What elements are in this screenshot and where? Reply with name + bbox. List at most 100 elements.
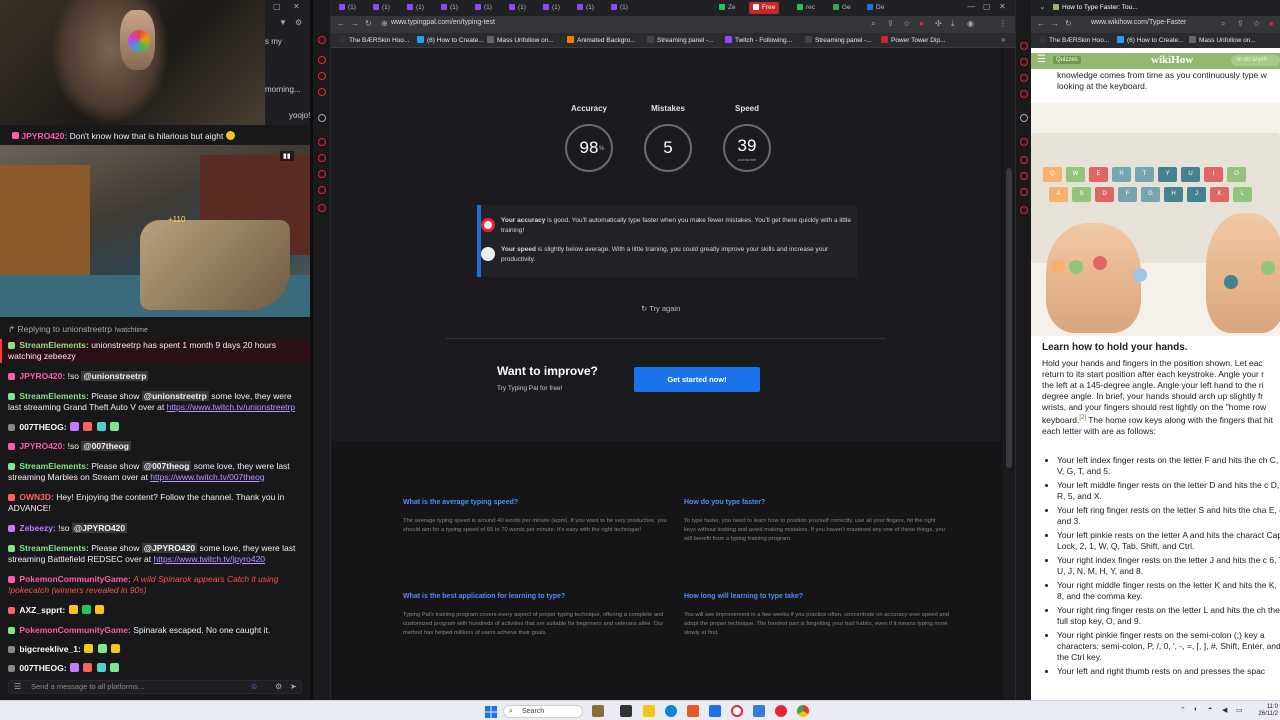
search-input[interactable]: to do anyth <box>1231 55 1280 66</box>
chat-username[interactable]: bigcreekIive_1: <box>19 644 80 654</box>
chat-mention[interactable]: @unionstreetrp <box>81 371 149 381</box>
chrome-icon[interactable] <box>797 705 809 717</box>
bookmark-item[interactable]: Animated Backgro... <box>567 36 636 44</box>
chat-mention[interactable]: @unionstreetrp <box>141 391 209 401</box>
browser-tab[interactable]: De <box>867 2 884 14</box>
browser-tab[interactable]: rec <box>797 2 815 14</box>
minimize-icon[interactable]: — <box>967 2 975 11</box>
bookmark-star-icon[interactable]: ☆ <box>1253 19 1260 28</box>
sidebar-app-icon[interactable] <box>1020 138 1028 146</box>
sidebar-app-icon[interactable] <box>318 88 326 96</box>
reload-icon[interactable]: ↻ <box>1065 19 1072 28</box>
browser-tab[interactable]: (1) <box>339 2 356 14</box>
tab-list-icon[interactable]: ⌄ <box>1039 2 1046 11</box>
restore-icon[interactable]: ▢ <box>273 2 281 11</box>
profile-icon[interactable]: ◉ <box>967 19 974 28</box>
browser-tab-active[interactable]: Free <box>749 2 780 14</box>
bookmark-item[interactable]: Twitch - Following... <box>725 36 792 44</box>
browser-tab[interactable]: (1) <box>611 2 628 14</box>
wikihow-logo[interactable]: wikiHow <box>1151 54 1193 66</box>
chat-username[interactable]: PokemonCommunityGame: <box>19 574 130 584</box>
chat-username[interactable]: OWN3D: <box>19 492 53 502</box>
chat-username[interactable]: JPYRO420: <box>21 131 67 141</box>
network-icon[interactable]: ◐ <box>1194 706 1198 713</box>
filter-icon[interactable]: ▼ <box>279 18 287 27</box>
close-icon[interactable]: ✕ <box>999 2 1006 11</box>
app-icon[interactable] <box>753 705 765 717</box>
sidebar-app-icon[interactable] <box>318 56 326 64</box>
browser-tab[interactable]: (1) <box>543 2 560 14</box>
gear-icon[interactable]: ⚙ <box>295 18 302 27</box>
sidebar-app-icon[interactable] <box>1020 58 1028 66</box>
try-again-button[interactable]: ↻ Try again <box>641 304 680 313</box>
browser-tab[interactable]: (1) <box>441 2 458 14</box>
app-icon[interactable] <box>620 705 632 717</box>
bookmark-item[interactable]: The BÆRSkin Hoo... <box>1039 36 1109 44</box>
sidebar-app-icon[interactable] <box>318 170 326 178</box>
sidebar-app-icon[interactable] <box>318 114 326 122</box>
url-field[interactable]: www.wikihow.com/Type-Faster <box>1091 19 1186 26</box>
app-icon[interactable] <box>731 705 743 717</box>
chat-username[interactable]: Zebeezy: <box>19 523 55 533</box>
faq-question[interactable]: What is the best application for learnin… <box>403 593 565 600</box>
chat-username[interactable]: PokemonCommunityGame: <box>19 625 130 635</box>
chat-username[interactable]: 007THEOG: <box>19 663 66 673</box>
citation-link[interactable]: [2] <box>1079 415 1086 421</box>
sidebar-app-icon[interactable] <box>1020 206 1028 214</box>
scrollbar-thumb[interactable] <box>1006 168 1012 468</box>
restore-icon[interactable]: ▢ <box>983 2 991 11</box>
scrollbar[interactable] <box>1003 48 1015 700</box>
start-windows-icon[interactable] <box>485 705 497 718</box>
sidebar-app-icon[interactable] <box>1020 42 1028 50</box>
browser-tab[interactable]: (1) <box>577 2 594 14</box>
faq-question[interactable]: How do you type faster? <box>684 499 765 506</box>
sidebar-app-icon[interactable] <box>318 154 326 162</box>
forward-icon[interactable]: → <box>1051 19 1059 28</box>
browser-tab-active[interactable]: How to Type Faster: Tou... <box>1053 2 1138 14</box>
edge-browser-icon[interactable] <box>665 705 677 717</box>
sidebar-app-icon[interactable] <box>1020 74 1028 82</box>
zoom-icon[interactable]: ⌕ <box>871 19 875 29</box>
outlook-icon[interactable] <box>709 705 721 717</box>
taskbar-clock[interactable]: 11:0 26/11/2 <box>1250 704 1278 718</box>
bookmark-item[interactable]: Streaming panel -... <box>647 36 714 44</box>
browser-tab[interactable]: (1) <box>475 2 492 14</box>
file-explorer-icon[interactable] <box>643 705 655 717</box>
share-icon[interactable]: ⇪ <box>1237 19 1244 28</box>
browser-tab[interactable]: Ge <box>833 2 851 14</box>
menu-icon[interactable]: ⋮ <box>999 19 1007 28</box>
quizzes-badge[interactable]: Quizzes <box>1053 56 1081 64</box>
back-icon[interactable]: ← <box>1037 19 1045 28</box>
app-icon[interactable] <box>775 705 787 717</box>
zoom-icon[interactable]: ⌕ <box>1221 19 1225 29</box>
bookmark-item[interactable]: Streaming panel -... <box>805 36 872 44</box>
send-icon[interactable]: ➤ <box>290 682 297 691</box>
taskbar-search[interactable]: ⌕ Search <box>503 705 583 718</box>
browser-tab[interactable]: Ze <box>719 2 736 14</box>
get-started-button[interactable]: Get started now! <box>634 367 760 392</box>
stack-icon[interactable]: ☰ <box>14 682 21 691</box>
chat-mention[interactable]: @JPYRO420 <box>71 523 128 533</box>
browser-tab[interactable]: (1) <box>373 2 390 14</box>
battery-icon[interactable]: ▭ <box>1236 706 1243 714</box>
chat-mention[interactable]: @JPYRO420 <box>141 543 198 553</box>
bookmark-star-icon[interactable]: ☆ <box>903 19 910 28</box>
extensions-puzzle-icon[interactable]: ✣ <box>935 19 942 28</box>
back-icon[interactable]: ← <box>337 19 345 28</box>
wifi-icon[interactable]: ◓ <box>1208 706 1212 713</box>
settings-icon[interactable]: ⚙ <box>275 682 282 691</box>
extension-icon[interactable]: ● <box>1269 19 1274 28</box>
extension-icon[interactable]: ● <box>919 19 924 28</box>
chat-mention[interactable]: @007theog <box>81 441 131 451</box>
sidebar-app-icon[interactable] <box>1020 172 1028 180</box>
sidebar-app-icon[interactable] <box>1020 90 1028 98</box>
bookmark-item[interactable]: (6) How to Create... <box>1117 36 1184 44</box>
download-icon[interactable]: ⤓ <box>951 19 955 29</box>
hamburger-menu-icon[interactable]: ☰ <box>1037 54 1046 65</box>
app-icon[interactable] <box>687 705 699 717</box>
browser-tab[interactable]: (1) <box>509 2 526 14</box>
chat-username[interactable]: StreamElements: <box>19 543 88 553</box>
sidebar-app-icon[interactable] <box>318 36 326 44</box>
chat-link[interactable]: https://www.twitch.tv/007theog <box>150 472 264 482</box>
share-icon[interactable]: ⇪ <box>887 19 894 28</box>
